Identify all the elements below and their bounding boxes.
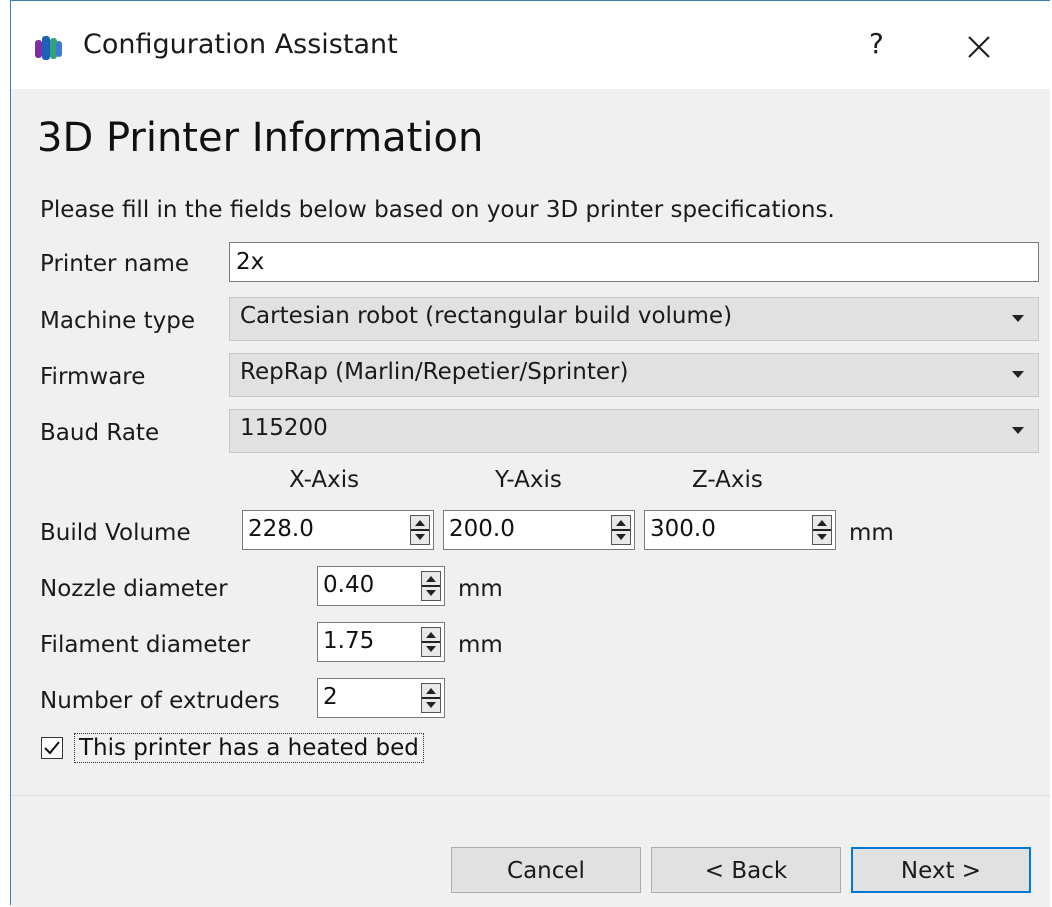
spin-arrows-icon[interactable] [812, 515, 832, 545]
build-volume-z-value: 300.0 [650, 516, 716, 542]
baud-rate-label: Baud Rate [40, 420, 160, 446]
machine-type-dropdown[interactable]: Cartesian robot (rectangular build volum… [229, 297, 1039, 341]
printer-name-label: Printer name [40, 251, 190, 277]
extruders-label: Number of extruders [40, 688, 280, 714]
y-axis-label: Y-Axis [495, 467, 562, 493]
nozzle-diameter-value: 0.40 [323, 572, 375, 598]
checkmark-icon [44, 741, 60, 755]
cancel-button[interactable]: Cancel [451, 847, 641, 893]
firmware-value: RepRap (Marlin/Repetier/Sprinter) [240, 359, 629, 385]
heated-bed-label[interactable]: This printer has a heated bed [74, 733, 424, 763]
nozzle-diameter-spinbox[interactable]: 0.40 [317, 566, 445, 606]
filament-diameter-spinbox[interactable]: 1.75 [317, 622, 445, 662]
build-volume-y-spinbox[interactable]: 200.0 [443, 510, 635, 550]
filament-diameter-unit: mm [458, 632, 503, 658]
printer-name-input[interactable] [229, 242, 1039, 282]
baud-rate-dropdown[interactable]: 115200 [229, 409, 1039, 453]
heated-bed-checkbox[interactable] [41, 737, 63, 759]
help-button[interactable]: ? [869, 27, 884, 60]
page-heading: 3D Printer Information [37, 115, 484, 161]
machine-type-label: Machine type [40, 308, 195, 334]
nozzle-diameter-unit: mm [458, 576, 503, 602]
nozzle-diameter-label: Nozzle diameter [40, 576, 228, 602]
dialog-footer: Cancel < Back Next > [11, 795, 1050, 907]
extruders-spinbox[interactable]: 2 [317, 678, 445, 718]
filament-diameter-value: 1.75 [323, 628, 375, 654]
spin-arrows-icon[interactable] [410, 515, 430, 545]
spin-arrows-icon[interactable] [421, 627, 441, 657]
firmware-label: Firmware [40, 364, 146, 390]
title-bar: Configuration Assistant ? [11, 1, 1050, 89]
build-volume-y-value: 200.0 [449, 516, 515, 542]
firmware-dropdown[interactable]: RepRap (Marlin/Repetier/Sprinter) [229, 353, 1039, 397]
configuration-assistant-dialog: Configuration Assistant ? 3D Printer Inf… [10, 0, 1050, 907]
build-volume-x-value: 228.0 [248, 516, 314, 542]
baud-rate-value: 115200 [240, 415, 328, 441]
build-volume-label: Build Volume [40, 520, 191, 546]
window-title: Configuration Assistant [83, 29, 398, 60]
machine-type-value: Cartesian robot (rectangular build volum… [240, 303, 733, 329]
chevron-down-icon [1012, 315, 1024, 322]
chevron-down-icon [1012, 427, 1024, 434]
close-icon[interactable] [959, 27, 999, 67]
spin-arrows-icon[interactable] [611, 515, 631, 545]
spin-arrows-icon[interactable] [421, 683, 441, 713]
back-button[interactable]: < Back [651, 847, 841, 893]
extruders-value: 2 [323, 684, 338, 710]
next-button[interactable]: Next > [851, 847, 1031, 893]
chevron-down-icon [1012, 371, 1024, 378]
spin-arrows-icon[interactable] [421, 571, 441, 601]
app-logo-icon [35, 36, 62, 60]
page-description: Please fill in the fields below based on… [40, 197, 835, 223]
filament-diameter-label: Filament diameter [40, 632, 251, 658]
x-axis-label: X-Axis [289, 467, 360, 493]
z-axis-label: Z-Axis [692, 467, 763, 493]
build-volume-z-spinbox[interactable]: 300.0 [644, 510, 836, 550]
build-volume-unit: mm [849, 520, 894, 546]
build-volume-x-spinbox[interactable]: 228.0 [242, 510, 434, 550]
